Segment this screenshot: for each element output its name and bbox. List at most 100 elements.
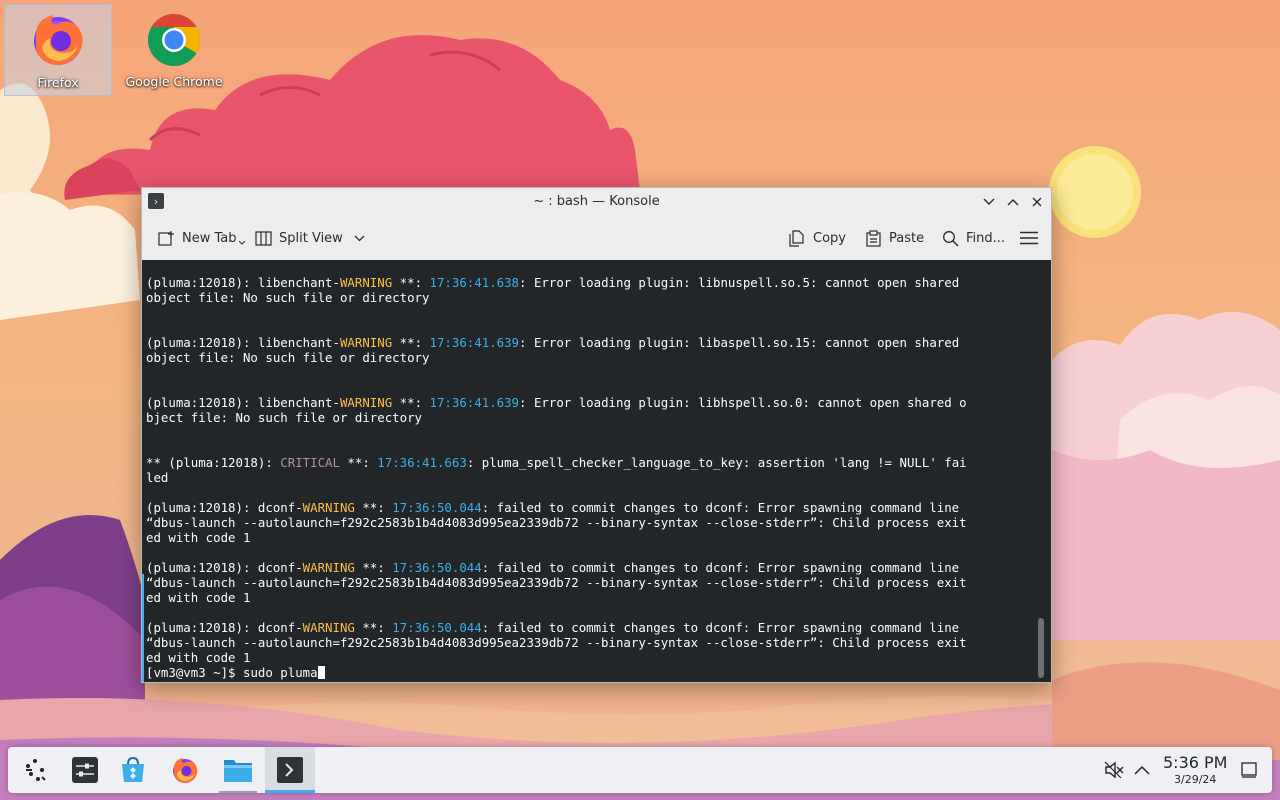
log-text: “dbus-launch --autolaunch=f292c2583b1b4d…: [146, 515, 967, 530]
terminal-output: (pluma:12018): libenchant-WARNING **: 17…: [146, 275, 967, 680]
log-text: (pluma:12018): dconf-: [146, 560, 303, 575]
find-button[interactable]: Find...: [942, 225, 1005, 251]
konsole-task-button[interactable]: [265, 747, 315, 793]
window-title: ~ : bash — Konsole: [533, 194, 660, 209]
log-text: **:: [354, 500, 393, 515]
tray-expand-button[interactable]: [1130, 747, 1154, 793]
log-text: **:: [392, 395, 430, 410]
log-level-warning: WARNING: [339, 275, 393, 290]
chrome-icon: [148, 14, 200, 66]
toolbar: New Tab Split View Copy Paste Find...: [142, 216, 1051, 260]
copy-button[interactable]: Copy: [789, 225, 846, 251]
terminal-line: bject file: No such file or directory: [146, 410, 967, 425]
log-text: **:: [339, 455, 378, 470]
dolphin-icon: [224, 760, 252, 782]
log-timestamp: 17:36:50.044: [392, 620, 482, 635]
terminal-line: (pluma:12018): dconf-WARNING **: 17:36:5…: [146, 500, 967, 515]
terminal-scrollbar[interactable]: [1038, 618, 1044, 678]
tray-expand-icon: [1134, 765, 1150, 775]
log-level-warning: WARNING: [302, 620, 355, 635]
minimize-button[interactable]: [979, 192, 999, 212]
log-text: “dbus-launch --autolaunch=f292c2583b1b4d…: [146, 575, 967, 590]
system-settings-icon: [72, 757, 98, 783]
log-timestamp: 17:36:41.639: [429, 395, 520, 410]
volume-muted-icon: [1104, 761, 1124, 779]
log-text: **:: [354, 560, 393, 575]
discover-icon: [122, 756, 144, 782]
terminal-line: ed with code 1: [146, 530, 967, 545]
terminal-view[interactable]: (pluma:12018): libenchant-WARNING **: 17…: [142, 260, 1051, 682]
log-text: (pluma:12018): dconf-: [146, 620, 303, 635]
terminal-line: ** (pluma:12018): CRITICAL **: 17:36:41.…: [146, 455, 967, 470]
log-text: (pluma:12018): dconf-: [146, 500, 303, 515]
terminal-line: “dbus-launch --autolaunch=f292c2583b1b4d…: [146, 635, 967, 650]
split-view-button[interactable]: Split View: [255, 225, 372, 251]
log-text: (pluma:12018): libenchant-: [146, 275, 340, 290]
log-level-warning: WARNING: [339, 395, 393, 410]
log-timestamp: 17:36:41.663: [377, 455, 467, 470]
log-text: **:: [354, 620, 393, 635]
clock-time[interactable]: 5:36 PM: [1163, 753, 1227, 772]
firefox-task-button[interactable]: [160, 747, 210, 793]
paste-label: Paste: [889, 230, 925, 246]
chevron-down-icon: [238, 241, 245, 245]
desktop-icon-firefox[interactable]: Firefox: [4, 4, 112, 96]
new-tab-icon: [158, 230, 174, 246]
log-text: : Error loading plugin: libhspell.so.0: …: [519, 395, 967, 410]
paste-icon: [866, 229, 881, 247]
system-settings-button[interactable]: [60, 747, 110, 793]
log-text: : failed to commit changes to dconf: Err…: [481, 620, 960, 635]
volume-button[interactable]: [1102, 747, 1126, 793]
output-marker: [142, 574, 144, 682]
title-bar[interactable]: › ~ : bash — Konsole: [142, 188, 1051, 216]
desktop-icon-google-chrome[interactable]: Google Chrome: [120, 4, 228, 96]
desktop-icon-label: Firefox: [37, 75, 79, 90]
discover-button[interactable]: [108, 747, 158, 793]
firefox-icon: [34, 15, 83, 65]
close-button[interactable]: [1027, 192, 1047, 212]
log-timestamp: 17:36:50.044: [392, 500, 482, 515]
maximize-button[interactable]: [1003, 192, 1023, 212]
terminal-line: led: [146, 470, 967, 485]
terminal-line: ed with code 1: [146, 590, 967, 605]
hamburger-menu-button[interactable]: [1020, 225, 1045, 251]
find-label: Find...: [966, 230, 1006, 246]
show-desktop-button[interactable]: [1236, 747, 1262, 793]
terminal-line: “dbus-launch --autolaunch=f292c2583b1b4d…: [146, 575, 967, 590]
log-level-warning: WARNING: [302, 500, 355, 515]
chevron-down-icon: [983, 198, 995, 205]
log-level-warning: WARNING: [302, 560, 355, 575]
prompt-line[interactable]: [vm3@vm3 ~]$ sudo pluma: [146, 665, 967, 680]
terminal-line: object file: No such file or directory: [146, 350, 967, 365]
clock-date[interactable]: 3/29/24: [1174, 773, 1216, 786]
log-text: bject file: No such file or directory: [146, 410, 423, 425]
new-tab-label: New Tab: [182, 230, 237, 246]
dolphin-task-button[interactable]: [213, 747, 263, 793]
terminal-line: (pluma:12018): libenchant-WARNING **: 17…: [146, 335, 967, 350]
show-desktop-icon: [1241, 762, 1257, 778]
chevron-down-icon: [354, 235, 365, 241]
terminal-line: (pluma:12018): libenchant-WARNING **: 17…: [146, 275, 967, 290]
new-tab-button[interactable]: New Tab: [158, 225, 245, 251]
app-launcher-button[interactable]: [10, 747, 60, 793]
konsole-window: › ~ : bash — Konsole New Tab Split View …: [141, 187, 1052, 683]
typed-command: sudo pluma: [242, 665, 318, 680]
log-text: object file: No such file or directory: [146, 290, 430, 305]
log-text: “dbus-launch --autolaunch=f292c2583b1b4d…: [146, 635, 967, 650]
log-text: : Error loading plugin: libnuspell.so.5:…: [519, 275, 960, 290]
log-text: ed with code 1: [146, 650, 251, 665]
log-text: ed with code 1: [146, 590, 251, 605]
log-text: **:: [392, 275, 430, 290]
log-timestamp: 17:36:50.044: [392, 560, 482, 575]
desktop-icon-label: Google Chrome: [125, 74, 223, 89]
close-icon: [1032, 197, 1042, 207]
paste-button[interactable]: Paste: [865, 225, 924, 251]
log-text: **:: [392, 335, 430, 350]
